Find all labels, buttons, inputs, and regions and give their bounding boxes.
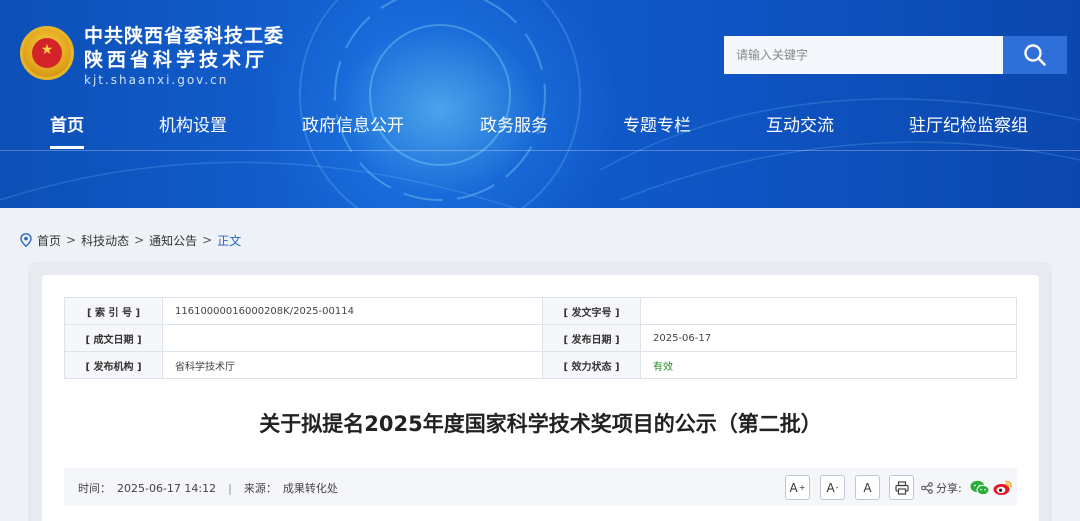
share-icon: [921, 482, 933, 494]
breadcrumb-separator: >: [66, 233, 77, 247]
weibo-icon[interactable]: [993, 479, 1013, 496]
table-row: [ 成文日期 ] [ 发布日期 ] 2025-06-17: [64, 324, 1017, 352]
wechat-icon[interactable]: [970, 480, 990, 496]
breadcrumb-separator: >: [134, 233, 145, 247]
font-medium-label: A: [826, 480, 835, 495]
font-large-sup: +: [798, 483, 806, 492]
font-small-button[interactable]: A: [855, 475, 880, 500]
nav-item-topics[interactable]: 专题专栏: [623, 116, 691, 136]
nav-item-interaction[interactable]: 互动交流: [766, 116, 834, 136]
breadcrumb: 首页 > 科技动态 > 通知公告 > 正文: [20, 231, 241, 249]
meta-label: [ 效力状态 ]: [542, 351, 641, 379]
article-title: 关于拟提名2025年度国家科学技术奖项目的公示（第二批）: [259, 412, 822, 436]
font-large-button[interactable]: A +: [785, 475, 810, 500]
document-meta-table: [ 索 引 号 ] 11610000016000208K/2025-00114 …: [64, 297, 1017, 379]
meta-label: [ 成文日期 ]: [64, 324, 163, 352]
font-small-label: A: [863, 480, 872, 495]
nav-divider: [0, 150, 1080, 151]
nav-active-indicator: [50, 146, 84, 149]
emblem-star-icon: ★: [40, 42, 54, 58]
site-title-line1[interactable]: 中共陕西省委科技工委: [84, 25, 284, 47]
font-medium-button[interactable]: A-: [820, 475, 845, 500]
meta-value-status: 有效: [640, 351, 1017, 379]
meta-value-agency: 省科学技术厅: [162, 351, 543, 379]
share-label: 分享:: [936, 482, 962, 495]
table-row: [ 索 引 号 ] 11610000016000208K/2025-00114 …: [64, 297, 1017, 325]
source-value: 成果转化处: [282, 482, 338, 495]
publish-time: 2025-06-17 14:12: [117, 482, 217, 495]
meta-label: [ 索 引 号 ]: [64, 297, 163, 325]
main-nav: 首页 机构设置 政府信息公开 政务服务 专题专栏 互动交流 驻厅纪检监察组: [0, 108, 1080, 150]
article-info-bar: 时间： 2025-06-17 14:12 | 来源： 成果转化处 A + A- A 分享:: [64, 468, 1017, 506]
emblem-inner: ★: [32, 38, 62, 68]
info-divider: |: [228, 482, 232, 495]
breadcrumb-home[interactable]: 首页: [37, 232, 61, 249]
nav-item-home[interactable]: 首页: [50, 116, 84, 136]
search-icon: [1024, 44, 1046, 66]
breadcrumb-current: 正文: [217, 233, 242, 248]
breadcrumb-tech-news[interactable]: 科技动态: [81, 232, 129, 249]
site-domain: kjt.shaanxi.gov.cn: [84, 73, 229, 87]
nav-item-discipline[interactable]: 驻厅纪检监察组: [909, 116, 1028, 136]
breadcrumb-separator: >: [202, 233, 213, 247]
printer-icon: [894, 480, 909, 495]
site-header: ★ 中共陕西省委科技工委 陕西省科学技术厅 kjt.shaanxi.gov.cn…: [0, 0, 1080, 208]
search-input[interactable]: [724, 36, 1003, 74]
font-large-label: A: [789, 480, 798, 495]
site-title-line2[interactable]: 陕西省科学技术厅: [84, 49, 268, 71]
breadcrumb-notices[interactable]: 通知公告: [149, 232, 197, 249]
nav-item-organization[interactable]: 机构设置: [159, 116, 227, 136]
meta-value-index: 11610000016000208K/2025-00114: [162, 297, 543, 325]
national-emblem-icon[interactable]: ★: [20, 26, 74, 80]
location-pin-icon: [20, 233, 32, 247]
share-group: 分享:: [921, 480, 962, 496]
meta-value-written-date: [162, 324, 543, 352]
meta-label: [ 发布机构 ]: [64, 351, 163, 379]
meta-label: [ 发文字号 ]: [542, 297, 641, 325]
search-button[interactable]: [1003, 36, 1067, 74]
meta-value-publish-date: 2025-06-17: [640, 324, 1017, 352]
source-label: 来源：: [243, 482, 277, 495]
meta-label: [ 发布日期 ]: [542, 324, 641, 352]
time-label: 时间：: [78, 482, 111, 495]
article-meta-line: 时间： 2025-06-17 14:12 | 来源： 成果转化处: [78, 480, 338, 496]
print-button[interactable]: [889, 475, 914, 500]
table-row: [ 发布机构 ] 省科学技术厅 [ 效力状态 ] 有效: [64, 351, 1017, 379]
meta-value-doc-no: [640, 297, 1017, 325]
font-medium-sup: -: [835, 483, 839, 492]
nav-item-services[interactable]: 政务服务: [480, 116, 548, 136]
nav-item-info-disclosure[interactable]: 政府信息公开: [302, 116, 404, 136]
